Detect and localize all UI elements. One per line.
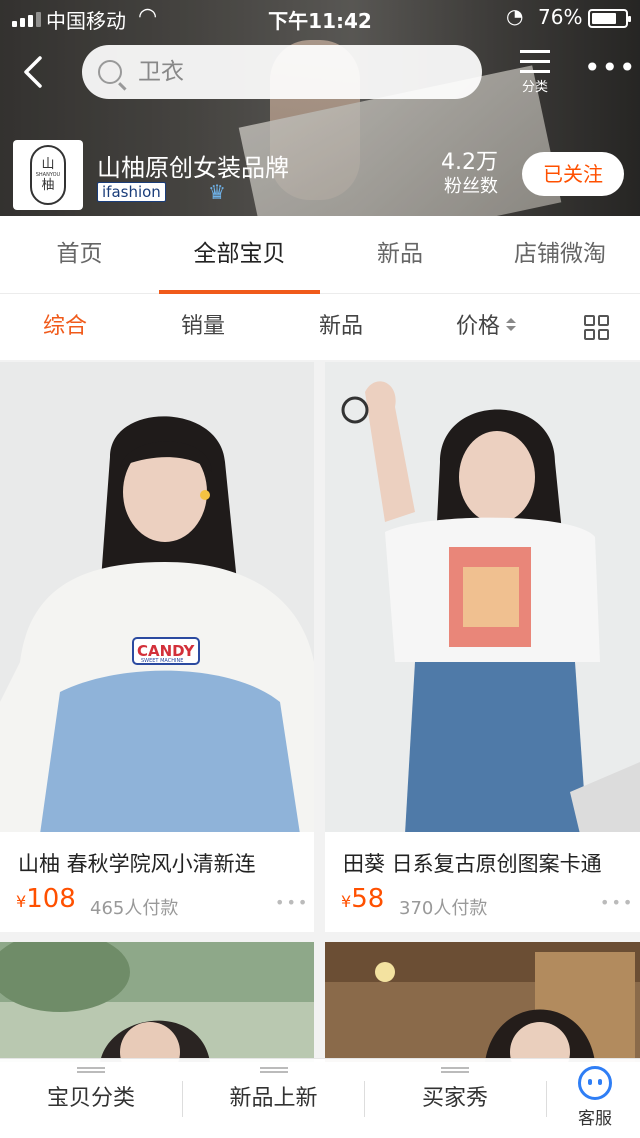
fans-stat: 4.2万 粉丝数 <box>430 150 498 198</box>
back-button[interactable] <box>18 52 54 92</box>
tab-all-items[interactable]: 全部宝贝 <box>159 216 320 294</box>
sort-new[interactable]: 新品 <box>296 294 386 360</box>
battery-percent: 76% <box>538 5 583 29</box>
follow-button[interactable]: 已关注 <box>522 152 624 196</box>
tab-home[interactable]: 首页 <box>0 216 159 294</box>
product-image[interactable] <box>325 942 640 1062</box>
drag-handle-icon <box>77 1067 105 1073</box>
battery-icon <box>588 9 631 28</box>
bottom-item-buyer-show[interactable]: 买家秀 <box>365 1059 545 1138</box>
drag-handle-icon <box>259 1067 288 1073</box>
customer-service-icon <box>578 1066 612 1100</box>
product-image[interactable] <box>325 362 640 834</box>
product-more-icon[interactable]: ••• <box>600 893 634 912</box>
customer-service-button[interactable]: 客服 <box>560 1062 630 1134</box>
product-title[interactable]: 山柚 春秋学院风小清新连 <box>18 848 303 878</box>
more-button[interactable]: ••• <box>584 54 636 88</box>
rotation-lock-icon: ◔ <box>506 4 524 28</box>
fans-label: 粉丝数 <box>444 176 498 197</box>
product-card[interactable] <box>0 942 314 1062</box>
list-icon <box>520 50 550 74</box>
status-bar: 中国移动 ◠ 下午11:42 ◔ 76% <box>0 0 640 36</box>
shop-name[interactable]: 山柚原创女装品牌 <box>97 148 289 183</box>
tab-weitao[interactable]: 店铺微淘 <box>480 216 640 294</box>
sort-sales[interactable]: 销量 <box>158 294 248 360</box>
bottom-item-categories[interactable]: 宝贝分类 <box>0 1059 182 1138</box>
sort-price-label: 价格 <box>455 314 500 339</box>
shirt-print-subtext: SWEET MACHINE <box>141 658 184 664</box>
product-image[interactable] <box>0 942 314 1062</box>
category-label: 分类 <box>521 80 548 95</box>
product-price: ¥58 <box>341 884 385 914</box>
search-input[interactable] <box>138 59 458 85</box>
sort-price[interactable]: 价格 <box>436 294 536 360</box>
product-image[interactable]: CANDY SWEET MACHINE <box>0 362 314 834</box>
more-dots-icon: ••• <box>584 51 637 84</box>
sort-comprehensive[interactable]: 综合 <box>20 294 110 360</box>
ifashion-badge: ifashion <box>97 182 166 202</box>
product-paid-count: 465人付款 <box>90 898 179 919</box>
product-more-icon[interactable]: ••• <box>275 893 309 912</box>
sort-arrows-icon <box>506 318 516 332</box>
bottom-bar: 宝贝分类 新品上新 买家秀 <box>0 1058 640 1138</box>
shop-logo[interactable]: 山 SHANYOU 柚 <box>13 140 83 210</box>
customer-service-label: 客服 <box>578 1109 612 1129</box>
fans-count: 4.2万 <box>441 150 498 175</box>
bottom-item-new-arrivals[interactable]: 新品上新 <box>183 1059 364 1138</box>
shop-tabs: 首页 全部宝贝 新品 店铺微淘 <box>0 216 640 294</box>
grid-view-icon[interactable] <box>584 315 610 341</box>
chevron-left-icon <box>24 56 42 88</box>
sort-bar: 综合 销量 新品 价格 <box>0 294 640 360</box>
product-title[interactable]: 田葵 日系复古原创图案卡通 <box>343 848 628 878</box>
product-card[interactable] <box>325 942 640 1062</box>
search-icon <box>98 60 122 84</box>
tab-new[interactable]: 新品 <box>320 216 480 294</box>
product-paid-count: 370人付款 <box>399 898 488 919</box>
crown-badge-icon: ♛ <box>208 180 226 204</box>
drag-handle-icon <box>441 1067 469 1073</box>
category-button[interactable]: 分类 <box>514 46 556 100</box>
search-bar[interactable] <box>82 45 482 99</box>
product-price: ¥108 <box>16 884 76 914</box>
